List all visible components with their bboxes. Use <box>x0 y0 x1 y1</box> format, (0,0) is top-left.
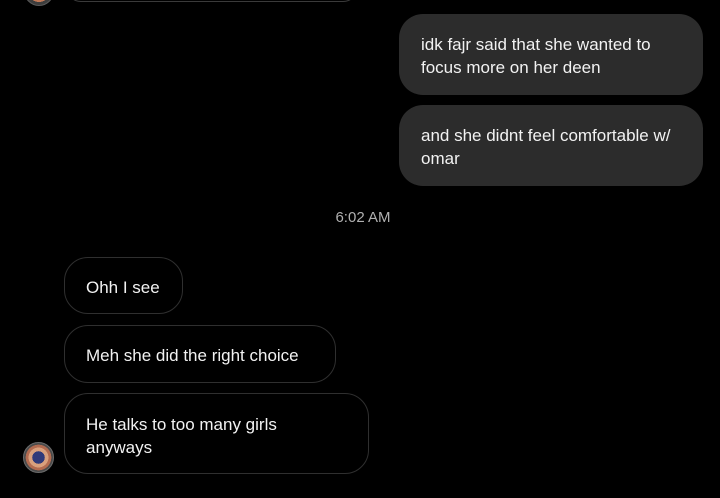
sent-message-bubble[interactable]: idk fajr said that she wanted to focus m… <box>399 14 703 95</box>
message-timestamp: 6:02 AM <box>335 209 391 226</box>
message-bubble-partial[interactable] <box>66 0 358 2</box>
received-message-bubble[interactable]: He talks to too many girls anyways <box>64 393 369 474</box>
received-message-bubble[interactable]: Ohh I see <box>64 257 183 314</box>
received-message-bubble[interactable]: Meh she did the right choice <box>64 325 336 383</box>
sent-message-bubble[interactable]: and she didnt feel comfortable w/ omar <box>399 105 703 186</box>
avatar-icon[interactable] <box>23 442 54 473</box>
avatar-icon[interactable] <box>24 0 54 6</box>
